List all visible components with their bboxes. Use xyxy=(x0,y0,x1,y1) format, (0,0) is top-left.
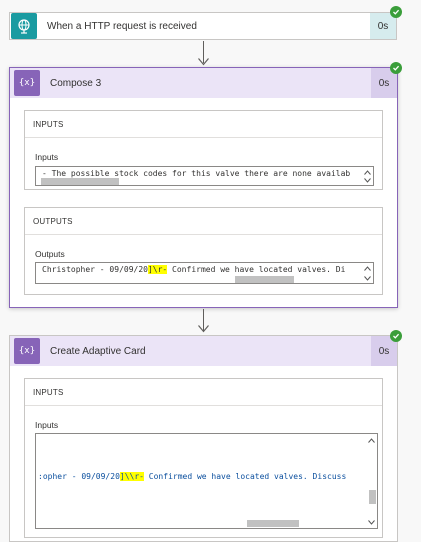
adaptive-inputs-value-box[interactable]: :opher - 09/09/20]\\r- Confirmed we have… xyxy=(35,433,378,529)
compose-header[interactable]: {x} Compose 3 0s xyxy=(10,68,397,98)
adaptive-inputs-label: Inputs xyxy=(35,420,59,430)
compose-inputs-label: Inputs xyxy=(35,152,59,162)
compose-outputs-value-box[interactable]: Christopher - 09/09/20]\r- Confirmed we … xyxy=(35,262,374,284)
adaptive-inputs-value: :opher - 09/09/20]\\r- Confirmed we have… xyxy=(38,472,347,481)
compose-card[interactable]: {x} Compose 3 0s INPUTS Inputs - The pos… xyxy=(9,67,398,308)
compose-outputs-header: OUTPUTS xyxy=(25,208,382,235)
horizontal-scrollbar[interactable] xyxy=(41,178,119,185)
compose-icon: {x} xyxy=(14,338,40,364)
vertical-scrollbar[interactable] xyxy=(369,490,376,504)
adaptive-title: Create Adaptive Card xyxy=(50,345,146,357)
escape-sequence-highlight: ]\r- xyxy=(147,265,168,274)
compose-inputs-value: - The possible stock codes for this valv… xyxy=(42,169,351,178)
scroll-up-icon[interactable] xyxy=(363,264,372,273)
adaptive-inputs-header: INPUTS xyxy=(25,379,382,406)
trigger-header[interactable]: When a HTTP request is received 0s xyxy=(10,13,396,39)
trigger-success-icon xyxy=(390,6,402,18)
compose-inputs-header: INPUTS xyxy=(25,111,382,138)
horizontal-scrollbar[interactable] xyxy=(235,276,294,283)
adaptive-inputs-section: INPUTS Inputs :opher - 09/09/20]\\r- Con… xyxy=(24,378,383,538)
compose-inputs-section: INPUTS Inputs - The possible stock codes… xyxy=(24,110,383,190)
scroll-down-icon[interactable] xyxy=(363,176,372,185)
scroll-down-icon[interactable] xyxy=(367,518,376,527)
compose-inputs-value-box[interactable]: - The possible stock codes for this valv… xyxy=(35,166,374,186)
compose-icon: {x} xyxy=(14,70,40,96)
compose-outputs-value: Christopher - 09/09/20]\r- Confirmed we … xyxy=(42,265,346,274)
horizontal-scrollbar[interactable] xyxy=(247,520,299,527)
http-globe-icon xyxy=(11,13,37,39)
adaptive-card[interactable]: {x} Create Adaptive Card 0s INPUTS Input… xyxy=(9,335,398,542)
scroll-down-icon[interactable] xyxy=(363,274,372,283)
adaptive-success-icon xyxy=(390,330,402,342)
trigger-title: When a HTTP request is received xyxy=(47,20,197,32)
adaptive-header[interactable]: {x} Create Adaptive Card 0s xyxy=(10,336,397,366)
flow-arrow-icon xyxy=(198,58,209,66)
flow-arrow-icon xyxy=(198,325,209,333)
compose-outputs-label: Outputs xyxy=(35,249,65,259)
compose-success-icon xyxy=(390,62,402,74)
trigger-card[interactable]: When a HTTP request is received 0s xyxy=(9,12,397,40)
scroll-up-icon[interactable] xyxy=(367,436,376,445)
escape-sequence-highlight: ]\\r- xyxy=(119,472,144,481)
compose-title: Compose 3 xyxy=(50,77,102,89)
compose-outputs-section: OUTPUTS Outputs Christopher - 09/09/20]\… xyxy=(24,207,383,295)
